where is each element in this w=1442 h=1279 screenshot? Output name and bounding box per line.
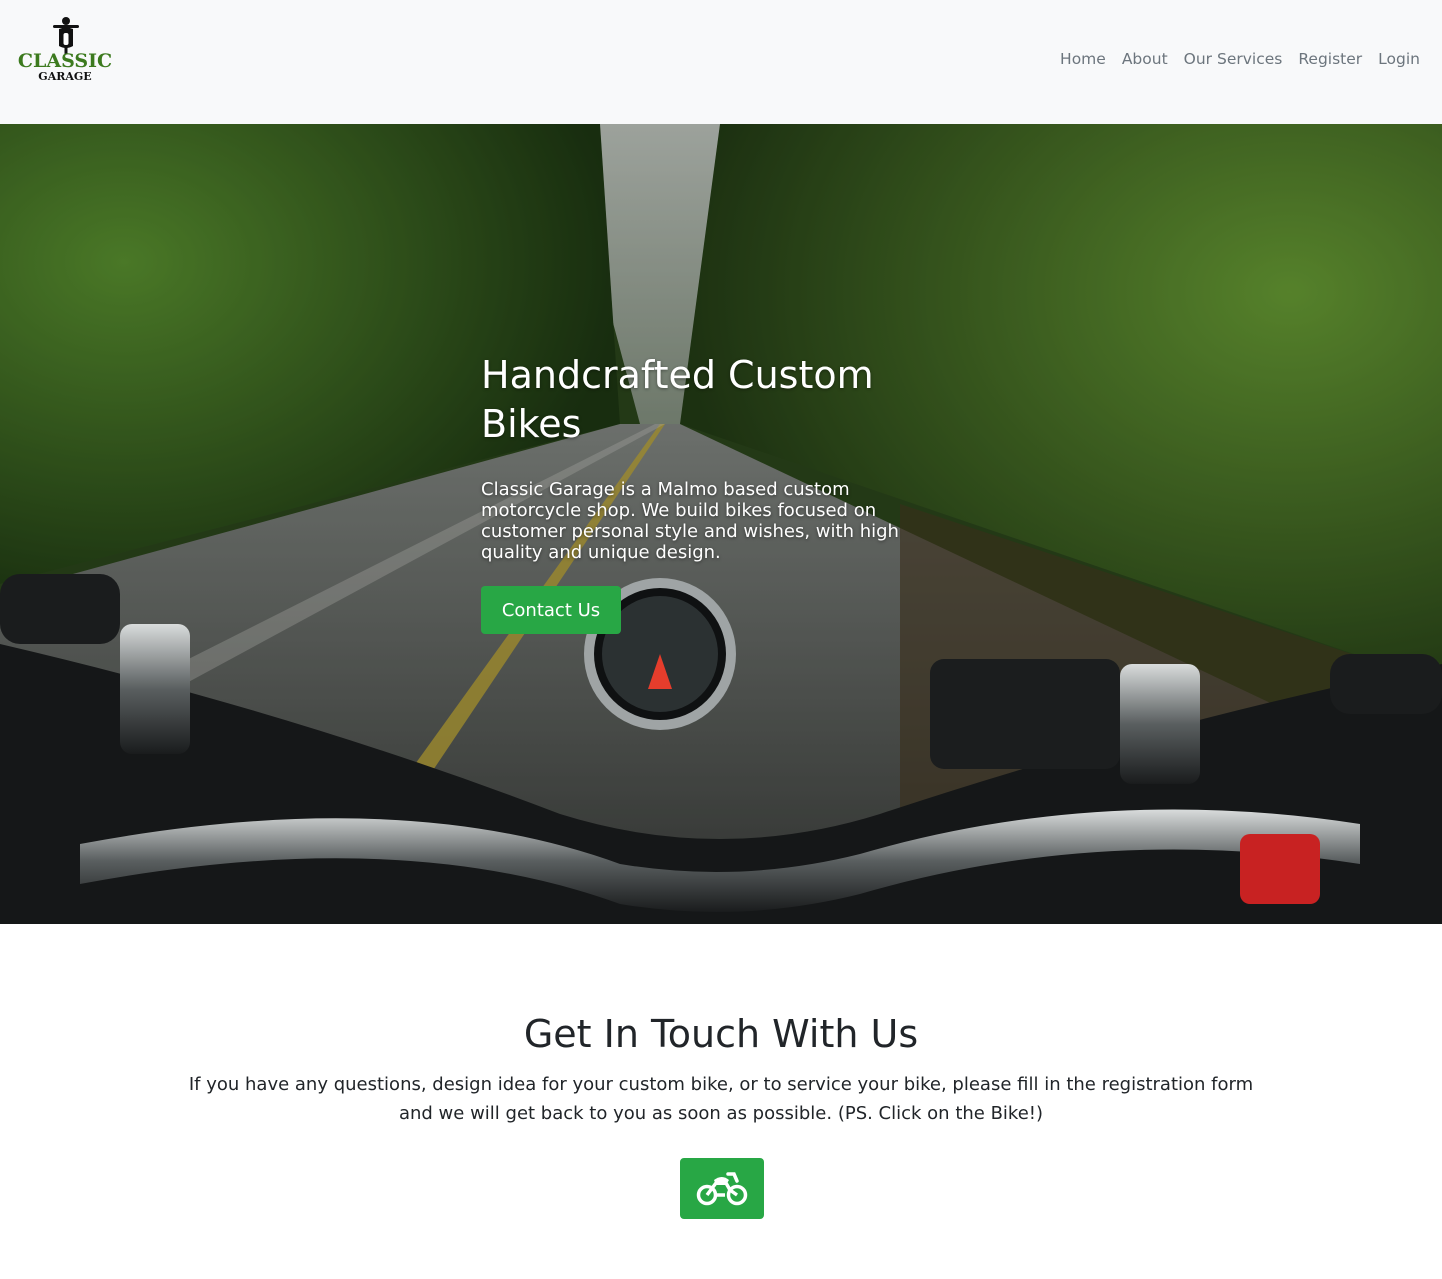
contact-title: Get In Touch With Us [523, 1012, 919, 1056]
main-nav: Home About Our Services Register Login [1052, 50, 1428, 68]
hero-content: Handcrafted Custom Bikes Classic Garage … [481, 351, 941, 634]
motorcycle-icon [696, 1172, 748, 1206]
navbar: CLASSIC GARAGE Home About Our Services R… [0, 0, 1442, 124]
bike-register-button[interactable] [680, 1158, 764, 1219]
nav-home[interactable]: Home [1052, 50, 1114, 68]
brand-line-1: CLASSIC [17, 50, 113, 72]
nav-login[interactable]: Login [1370, 50, 1428, 68]
brand-line-2: GARAGE [38, 70, 92, 83]
nav-our-services[interactable]: Our Services [1176, 50, 1291, 68]
hero-section: Handcrafted Custom Bikes Classic Garage … [0, 124, 1442, 924]
nav-about[interactable]: About [1114, 50, 1176, 68]
nav-register[interactable]: Register [1290, 50, 1370, 68]
hero-title: Handcrafted Custom Bikes [481, 353, 874, 446]
brand-logo[interactable]: CLASSIC GARAGE [12, 16, 118, 86]
contact-section: Get In Touch With Us If you have any que… [0, 924, 1442, 1279]
hero-description: Classic Garage is a Malmo based custom m… [481, 479, 899, 563]
contact-us-button[interactable]: Contact Us [481, 586, 621, 634]
contact-description: If you have any questions, design idea f… [188, 1074, 1254, 1124]
